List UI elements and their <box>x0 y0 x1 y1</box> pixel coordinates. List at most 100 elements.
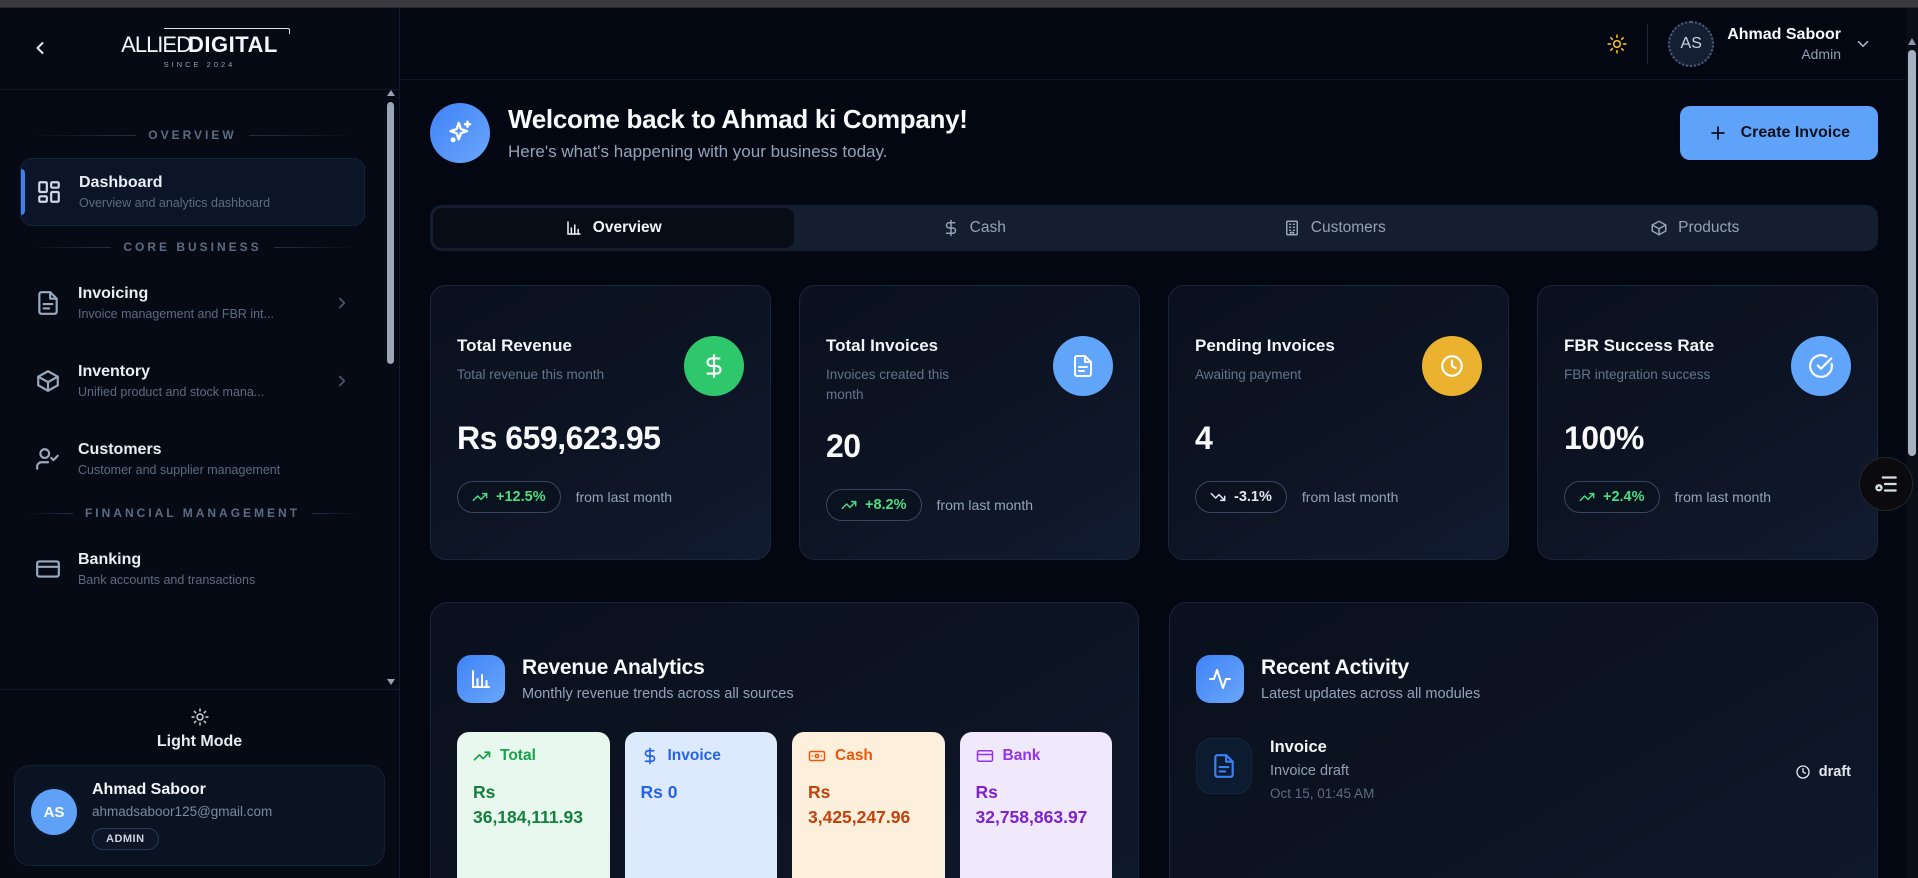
stat-note: from last month <box>936 497 1034 514</box>
stat-card-fbr-success-rate: FBR Success Rate FBR integration success… <box>1537 285 1878 560</box>
stat-value: 20 <box>826 428 861 465</box>
plus-icon <box>1708 123 1728 143</box>
revenue-source-cards: Total Rs 36,184,111.93 Invoice Rs 0 Cash… <box>457 732 1112 878</box>
sidebar-footer: Light Mode AS Ahmad Saboor ahmadsaboor12… <box>0 689 399 878</box>
revenue-card-value: Rs 0 <box>640 782 678 802</box>
package-box-icon <box>1650 219 1668 237</box>
stat-title: Total Revenue <box>457 336 572 355</box>
sidebar-item-title: Customers <box>78 441 162 458</box>
panel-subtitle: Monthly revenue trends across all source… <box>522 686 794 702</box>
stat-title: Pending Invoices <box>1195 336 1335 355</box>
sidebar-scrollbar[interactable] <box>386 90 396 685</box>
stat-note: from last month <box>1301 489 1399 505</box>
clock-icon <box>1422 336 1482 396</box>
stat-note: from last month <box>1674 489 1772 505</box>
revenue-card-label: Invoice <box>667 747 721 764</box>
scroll-up-arrow-icon[interactable] <box>387 90 395 96</box>
change-badge: +8.2% <box>826 489 922 522</box>
stat-title: Total Invoices <box>826 336 939 355</box>
trending-up-icon <box>841 501 857 510</box>
trending-up-icon <box>473 747 491 765</box>
welcome-title: Welcome back to Ahmad ki Company! <box>508 104 968 134</box>
floating-widget-button[interactable] <box>1859 457 1913 511</box>
welcome-banner: Welcome back to Ahmad ki Company! Here's… <box>430 103 1878 163</box>
header-divider <box>1647 23 1649 64</box>
scroll-down-arrow-icon[interactable] <box>387 679 395 685</box>
activity-status-badge: draft <box>1795 764 1851 780</box>
building-icon <box>1283 219 1301 237</box>
revenue-card-value: Rs 32,758,863.97 <box>975 782 1088 828</box>
dashboard-grid-icon <box>35 178 63 206</box>
tab-label: Products <box>1678 219 1740 236</box>
invoice-document-icon <box>34 289 62 317</box>
bottom-panels: Revenue Analytics Monthly revenue trends… <box>430 602 1878 878</box>
trending-up-icon <box>1579 492 1595 502</box>
user-role: Admin <box>1801 45 1841 62</box>
light-mode-toggle[interactable]: Light Mode <box>14 702 385 765</box>
stat-title: FBR Success Rate <box>1564 336 1715 355</box>
sidebar-item-inventory[interactable]: Inventory Unified product and stock mana… <box>20 348 365 414</box>
sidebar-item-title: Banking <box>78 551 142 568</box>
trending-up-icon <box>472 492 488 502</box>
panel-title: Revenue Analytics <box>522 656 705 679</box>
light-mode-label: Light Mode <box>156 733 243 750</box>
activity-item[interactable]: Invoice Invoice draft Oct 15, 01:45 AM d… <box>1196 738 1851 801</box>
welcome-subtitle: Here's what's happening with your busine… <box>508 142 888 161</box>
revenue-card-value: Rs 3,425,247.96 <box>808 782 911 828</box>
logo-tagline: SINCE 2024 <box>163 60 236 69</box>
dashboard-tabs: Overview Cash Customers Products <box>430 205 1878 251</box>
tab-overview[interactable]: Overview <box>433 208 794 248</box>
main-scrollbar[interactable] <box>1906 8 1918 878</box>
scroll-up-arrow-icon[interactable] <box>1908 38 1916 45</box>
sidebar-item-customers[interactable]: Customers Customer and supplier manageme… <box>20 426 365 492</box>
sun-icon <box>190 708 209 726</box>
revenue-card-label: Total <box>500 747 536 764</box>
tab-cash[interactable]: Cash <box>794 208 1155 248</box>
revenue-card-invoice: Invoice Rs 0 <box>624 732 777 878</box>
sidebar-item-title: Invoicing <box>78 285 149 302</box>
sidebar-item-subtitle: Customer and supplier management <box>78 463 281 477</box>
sidebar-item-dashboard[interactable]: Dashboard Overview and analytics dashboa… <box>20 158 365 226</box>
tab-products[interactable]: Products <box>1515 208 1876 248</box>
tab-label: Cash <box>969 219 1006 236</box>
logo-text-light: ALLIED <box>121 32 192 57</box>
nav-section-overview: OVERVIEW <box>26 128 359 142</box>
sidebar-scrollbar-thumb[interactable] <box>387 102 394 364</box>
stat-card-total-invoices: Total Invoices Invoices created this mon… <box>799 285 1140 560</box>
tab-label: Customers <box>1310 219 1386 236</box>
chevron-down-icon <box>1854 35 1872 53</box>
tab-customers[interactable]: Customers <box>1154 208 1515 248</box>
change-badge: +12.5% <box>457 481 561 513</box>
sidebar-collapse-button[interactable] <box>24 32 56 64</box>
role-badge: ADMIN <box>92 828 159 850</box>
revenue-card-value: Rs 36,184,111.93 <box>473 782 583 828</box>
sidebar: ALLIEDDIGITAL SINCE 2024 OVERVIEW Dashbo… <box>0 8 400 878</box>
sidebar-item-invoicing[interactable]: Invoicing Invoice management and FBR int… <box>20 270 365 336</box>
sidebar-item-title: Dashboard <box>79 174 163 191</box>
avatar: AS <box>31 789 77 835</box>
user-email: ahmadsaboor125@gmail.com <box>92 804 273 819</box>
create-invoice-label: Create Invoice <box>1740 124 1850 141</box>
dashboard-content: Welcome back to Ahmad ki Company! Here's… <box>400 80 1918 878</box>
sidebar-item-banking[interactable]: Banking Bank accounts and transactions <box>20 536 365 602</box>
create-invoice-button[interactable]: Create Invoice <box>1679 106 1878 160</box>
theme-sun-button[interactable] <box>1607 33 1627 54</box>
sparkles-icon <box>430 103 490 163</box>
revenue-card-total: Total Rs 36,184,111.93 <box>457 732 610 878</box>
check-circle-icon <box>1791 336 1851 396</box>
activity-pulse-icon <box>1196 655 1244 703</box>
invoice-document-icon <box>1196 738 1252 794</box>
main-scrollbar-thumb[interactable] <box>1908 50 1916 456</box>
stat-card-pending-invoices: Pending Invoices Awaiting payment 4 -3.1… <box>1168 285 1509 560</box>
avatar: AS <box>1668 20 1715 67</box>
activity-subtitle: Invoice draft <box>1270 763 1349 779</box>
sidebar-item-subtitle: Unified product and stock mana... <box>78 385 265 399</box>
sidebar-item-subtitle: Overview and analytics dashboard <box>79 196 271 210</box>
banknote-icon <box>808 747 826 765</box>
stat-value: 4 <box>1195 420 1213 456</box>
user-menu[interactable]: AS Ahmad Saboor Admin <box>1668 20 1872 67</box>
user-name: Ahmad Saboor <box>92 781 206 798</box>
main-area: AS Ahmad Saboor Admin Welcome back to Ah… <box>400 8 1918 878</box>
sidebar-user-card[interactable]: AS Ahmad Saboor ahmadsaboor125@gmail.com… <box>14 765 385 866</box>
sidebar-nav: OVERVIEW Dashboard Overview and analytic… <box>0 90 399 689</box>
